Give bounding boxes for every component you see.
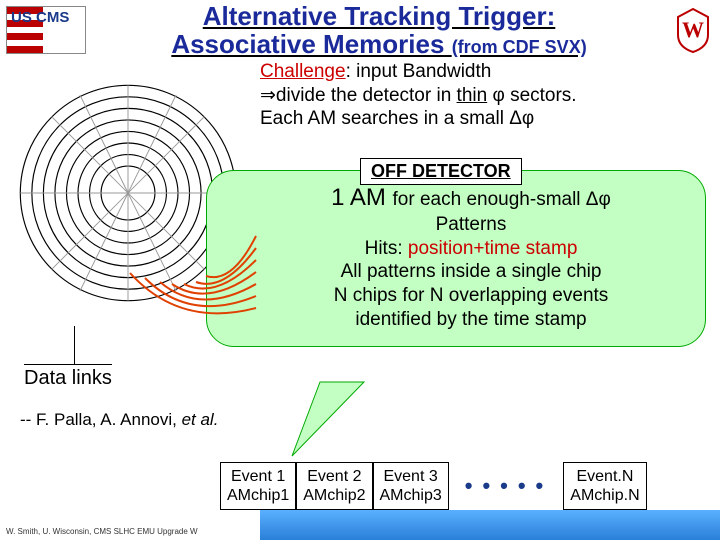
am-description-box: 1 AM for each enough-small Δφ Patterns H… <box>206 170 706 347</box>
credit-line: -- F. Palla, A. Annovi, et al. <box>20 410 218 430</box>
events-row: Event 1 AMchip1 Event 2 AMchip2 Event 3 … <box>220 462 647 510</box>
data-links-label: Data links <box>24 364 112 390</box>
challenge-text: Challenge: input Bandwidth ⇒divide the d… <box>260 60 700 131</box>
event-cell: Event 1 AMchip1 <box>220 462 296 510</box>
slide-body: Challenge: input Bandwidth ⇒divide the d… <box>0 58 720 68</box>
event-cell: Event 2 AMchip2 <box>296 462 372 510</box>
event-cell-n: Event.N AMchip.N <box>563 462 646 510</box>
title-block: Alternative Tracking Trigger: Associativ… <box>94 2 664 58</box>
off-detector-label: OFF DETECTOR <box>360 158 522 185</box>
challenge-word: Challenge <box>260 61 346 82</box>
title-line1: Alternative Tracking Trigger: <box>94 2 664 31</box>
title-line2-main: Associative Memories <box>171 29 444 59</box>
event-cell: Event 3 AMchip3 <box>373 462 449 510</box>
data-links-connector <box>74 326 75 364</box>
footer-bar <box>260 510 720 540</box>
uscms-logo-text: US CMS <box>11 9 69 26</box>
arrow-icon: ⇒ <box>260 85 276 106</box>
uscms-logo: US CMS <box>6 6 86 54</box>
svg-text:W: W <box>682 17 704 42</box>
slide-header: US CMS Alternative Tracking Trigger: Ass… <box>0 0 720 58</box>
ellipsis-icon: ••••• <box>449 473 564 499</box>
wisconsin-logo: W <box>672 7 714 53</box>
title-line2-small: (from CDF SVX) <box>452 37 587 57</box>
footer-text: W. Smith, U. Wisconsin, CMS SLHC EMU Upg… <box>6 527 198 536</box>
title-line2: Associative Memories (from CDF SVX) <box>94 31 664 58</box>
